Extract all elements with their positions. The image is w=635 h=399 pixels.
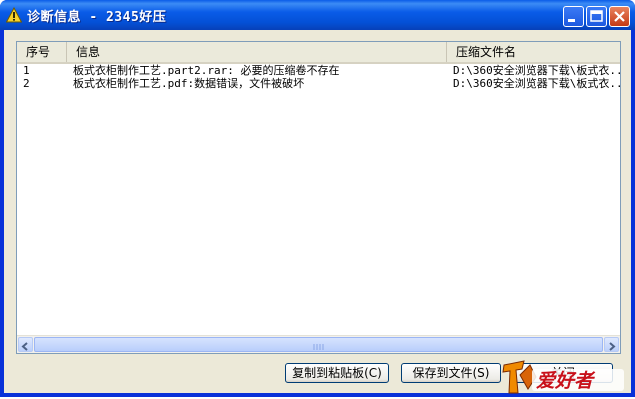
row-info: 板式衣柜制作工艺.pdf:数据错误，文件被破坏 bbox=[73, 77, 305, 90]
scroll-right-button[interactable] bbox=[604, 337, 619, 352]
row-index: 1 bbox=[23, 64, 30, 77]
grip-icon bbox=[313, 344, 324, 350]
table-row[interactable]: 1 板式衣柜制作工艺.part2.rar: 必要的压缩卷不存在 D:\360安全… bbox=[17, 64, 620, 77]
chevron-right-icon bbox=[609, 342, 616, 351]
row-archive: D:\360安全浏览器下载\板式衣... bbox=[453, 64, 620, 77]
site-watermark-logo: 爱好者 bbox=[500, 355, 630, 395]
column-header-index[interactable]: 序号 bbox=[17, 42, 67, 62]
close-icon bbox=[614, 11, 625, 22]
scroll-thumb[interactable] bbox=[34, 337, 603, 352]
dialog-body: 序号 信息 压缩文件名 1 板式衣柜制作工艺.part2.rar: 必要的压缩卷… bbox=[4, 30, 631, 393]
save-to-file-button[interactable]: 保存到文件(S) bbox=[401, 363, 501, 383]
diagnostic-window: 诊断信息 - 2345好压 序号 信息 压缩文件名 1 板式衣柜制作工艺.par… bbox=[0, 0, 635, 397]
row-info: 板式衣柜制作工艺.part2.rar: 必要的压缩卷不存在 bbox=[73, 64, 340, 77]
row-index: 2 bbox=[23, 77, 30, 90]
scroll-left-button[interactable] bbox=[18, 337, 33, 352]
maximize-button[interactable] bbox=[586, 6, 607, 27]
warning-icon bbox=[5, 6, 23, 23]
list-header: 序号 信息 压缩文件名 bbox=[17, 42, 620, 64]
row-archive: D:\360安全浏览器下载\板式衣... bbox=[453, 77, 620, 90]
title-bar[interactable]: 诊断信息 - 2345好压 bbox=[0, 0, 635, 30]
minimize-icon bbox=[568, 19, 575, 22]
column-header-info[interactable]: 信息 bbox=[67, 42, 447, 62]
close-button[interactable] bbox=[609, 6, 630, 27]
horizontal-scrollbar[interactable] bbox=[17, 335, 620, 353]
chevron-left-icon bbox=[21, 342, 28, 351]
minimize-button[interactable] bbox=[563, 6, 584, 27]
table-row[interactable]: 2 板式衣柜制作工艺.pdf:数据错误，文件被破坏 D:\360安全浏览器下载\… bbox=[17, 77, 620, 90]
diagnostic-list[interactable]: 序号 信息 压缩文件名 1 板式衣柜制作工艺.part2.rar: 必要的压缩卷… bbox=[16, 41, 621, 354]
column-header-archive[interactable]: 压缩文件名 bbox=[447, 42, 620, 62]
maximize-icon bbox=[590, 10, 603, 22]
copy-to-clipboard-button[interactable]: 复制到粘贴板(C) bbox=[285, 363, 389, 383]
window-title: 诊断信息 - 2345好压 bbox=[27, 10, 167, 25]
svg-text:爱好者: 爱好者 bbox=[536, 370, 596, 392]
